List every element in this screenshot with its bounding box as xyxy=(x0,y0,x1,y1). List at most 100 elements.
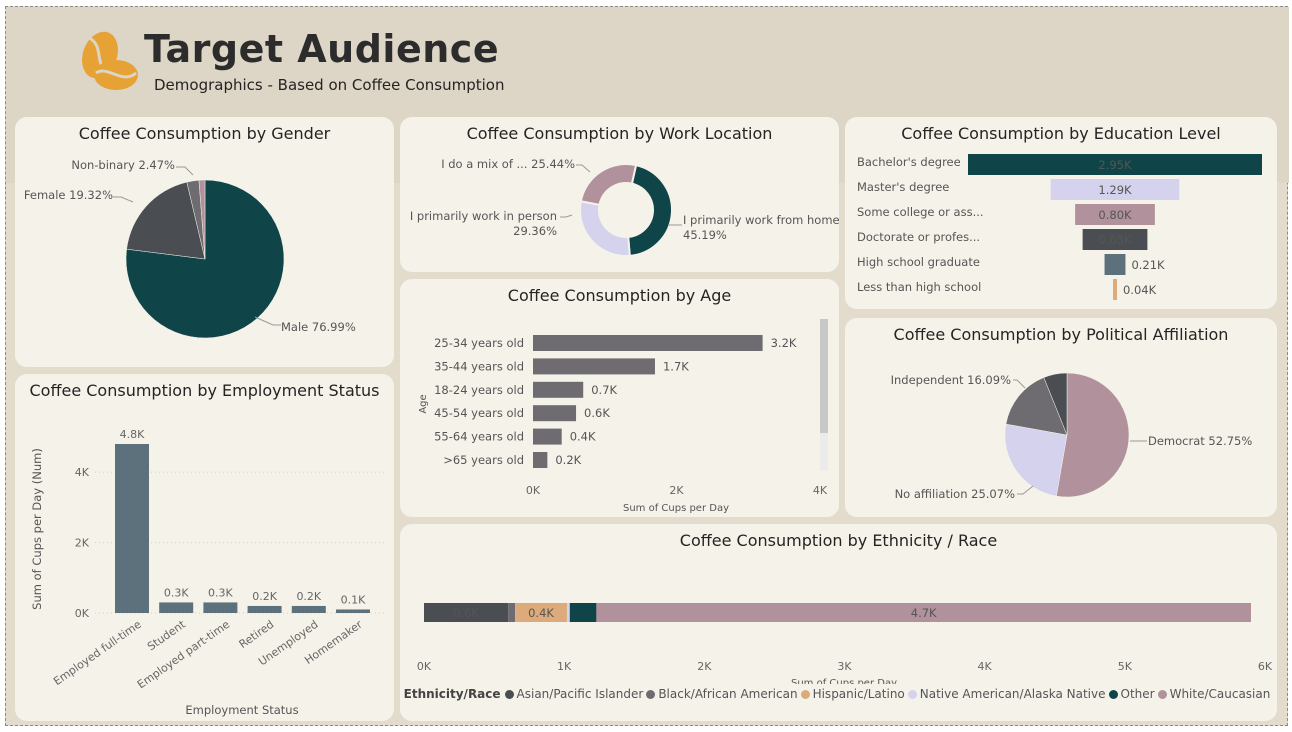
leader-line xyxy=(560,214,573,218)
employment-bar xyxy=(247,605,282,613)
political-card: Coffee Consumption by Political Affiliat… xyxy=(845,318,1277,517)
legend-label: Asian/Pacific Islander xyxy=(516,687,644,701)
ethnicity-stacked-bar-chart[interactable]: 0.6K 0.4K 4.7K 0K 1K 2K 3K 4K 5K 6K Sum of Cups pe… xyxy=(400,524,1277,684)
label-independent: Independent 16.09% xyxy=(891,373,1011,387)
age-bar xyxy=(533,428,562,445)
employment-bar xyxy=(291,605,326,613)
work-location-card: Coffee Consumption by Work Location I do… xyxy=(400,117,839,272)
legend-item[interactable]: Black/African American xyxy=(646,687,798,701)
age-y-axis-title: Age xyxy=(418,394,429,413)
donut-slice-i-do-a-mix-of- xyxy=(579,163,638,207)
education-funnel-chart[interactable]: Bachelor's degree 2.95K Master's degree 1.2… xyxy=(845,117,1277,309)
gender-card: Coffee Consumption by Gender Non-binary … xyxy=(15,117,394,367)
legend-item[interactable]: White/Caucasian xyxy=(1157,687,1270,701)
age-bar xyxy=(533,381,584,398)
age-category-label: 35-44 years old xyxy=(434,359,524,373)
legend-label: Black/African American xyxy=(658,687,798,701)
ethnicity-x-tick: 5K xyxy=(1118,660,1133,673)
employment-card: Coffee Consumption by Employment Status … xyxy=(15,374,394,721)
age-bar-chart[interactable]: 25-34 years old 3.2K 35-44 years old 1.7K 18… xyxy=(400,279,839,517)
employment-x-axis-title: Employment Status xyxy=(185,703,298,717)
ethnicity-x-axis-title: Sum of Cups per Day xyxy=(791,678,897,684)
report-canvas: Target Audience Demographics - Based on … xyxy=(5,6,1289,726)
age-category-label: 45-54 years old xyxy=(434,406,524,420)
employment-value-label: 0.3K xyxy=(208,586,233,599)
label-female: Female 19.32% xyxy=(24,188,113,202)
legend-dot xyxy=(1108,690,1118,699)
education-category-label: Some college or ass... xyxy=(857,205,984,219)
legend-item[interactable]: Native American/Alaska Native xyxy=(907,687,1106,701)
age-category-label: 18-24 years old xyxy=(434,383,524,397)
education-category-label: Doctorate or profes... xyxy=(857,230,980,244)
education-category-label: High school graduate xyxy=(857,255,980,269)
donut-slice-i-primarily-work-in-person xyxy=(579,200,631,257)
gender-pie-chart[interactable]: Non-binary 2.47% Female 19.32% Male 76.99% xyxy=(15,117,394,367)
ethnicity-legend: Ethnicity/Race Asian/Pacific Islander Blac… xyxy=(400,687,1277,701)
legend-item[interactable]: Asian/Pacific Islander xyxy=(504,687,644,701)
education-bar xyxy=(1104,254,1126,275)
label-no-affiliation: No affiliation 25.07% xyxy=(895,487,1016,501)
ethnicity-value-label: 0.6K xyxy=(453,606,479,620)
employment-y-tick: 4K xyxy=(75,466,90,479)
label-in-person-pct: 29.36% xyxy=(513,224,557,238)
employment-y-tick: 2K xyxy=(75,537,90,550)
ethnicity-x-tick: 6K xyxy=(1258,660,1273,673)
ethnicity-segment xyxy=(508,603,516,622)
age-bar xyxy=(533,452,548,468)
employment-value-label: 0.2K xyxy=(296,590,321,603)
legend-dot xyxy=(1157,690,1167,699)
legend-label: Native American/Alaska Native xyxy=(919,687,1106,701)
coffee-bean-logo-icon xyxy=(82,31,138,90)
leader-line xyxy=(576,164,591,173)
label-home: I primarily work from home xyxy=(683,213,839,227)
legend-label: Hispanic/Latino xyxy=(812,687,905,701)
leader-line xyxy=(1013,379,1026,389)
age-value-label: 0.2K xyxy=(555,453,581,467)
leader-line xyxy=(254,316,281,326)
work-location-donut-chart[interactable]: I do a mix of ... 25.44% I primarily work… xyxy=(400,117,839,272)
ethnicity-value-label: 0.4K xyxy=(528,606,554,620)
ethnicity-x-tick: 3K xyxy=(837,660,852,673)
label-home-pct: 45.19% xyxy=(683,228,727,242)
employment-bar xyxy=(115,444,149,613)
ethnicity-x-tick: 0K xyxy=(417,660,432,673)
political-pie-chart[interactable]: Democrat 52.75% No affiliation 25.07% Inde… xyxy=(845,318,1277,517)
age-scrollbar-thumb[interactable] xyxy=(820,319,828,433)
age-x-tick: 0K xyxy=(526,484,541,497)
employment-y-tick: 0K xyxy=(75,607,90,620)
education-value-label: 2.95K xyxy=(1098,158,1132,172)
employment-bar xyxy=(159,602,194,613)
age-value-label: 0.6K xyxy=(584,406,610,420)
age-bar xyxy=(533,405,577,422)
employment-value-label: 0.2K xyxy=(252,590,277,603)
education-value-label: 0.80K xyxy=(1098,208,1132,222)
employment-column-chart[interactable]: 0K2K4K4.8KEmployed full-time0.3KStudent0… xyxy=(15,374,394,721)
legend-item[interactable]: Hispanic/Latino xyxy=(800,687,905,701)
label-in-person: I primarily work in person xyxy=(410,209,557,223)
employment-bar xyxy=(203,602,238,613)
label-mix: I do a mix of ... 25.44% xyxy=(441,157,575,171)
education-value-label: 0.65K xyxy=(1098,233,1132,247)
ethnicity-card: Coffee Consumption by Ethnicity / Race 0… xyxy=(400,524,1277,721)
legend-dot xyxy=(646,690,656,699)
age-x-tick: 2K xyxy=(669,484,684,497)
age-bar xyxy=(533,358,655,375)
education-value-label: 0.21K xyxy=(1131,258,1165,272)
pie-slice-no-affiliation xyxy=(1004,423,1068,497)
education-bar xyxy=(1113,279,1117,300)
legend-dot xyxy=(800,690,810,699)
ethnicity-segment xyxy=(569,603,597,622)
employment-value-label: 0.3K xyxy=(164,586,189,599)
employment-category-label: Retired xyxy=(237,618,277,651)
age-value-label: 1.7K xyxy=(663,359,689,373)
age-category-label: 25-34 years old xyxy=(434,336,524,350)
age-x-tick: 4K xyxy=(813,484,828,497)
ethnicity-x-tick: 2K xyxy=(697,660,712,673)
page-subtitle: Demographics - Based on Coffee Consumpti… xyxy=(154,76,505,94)
employment-category-label: Employed full-time xyxy=(51,618,144,688)
legend-title: Ethnicity/Race xyxy=(403,687,501,701)
donut-slice-i-primarily-work-from-home xyxy=(627,163,673,257)
employment-value-label: 0.1K xyxy=(341,593,366,606)
legend-item[interactable]: Other xyxy=(1108,687,1155,701)
employment-bar xyxy=(336,609,370,613)
